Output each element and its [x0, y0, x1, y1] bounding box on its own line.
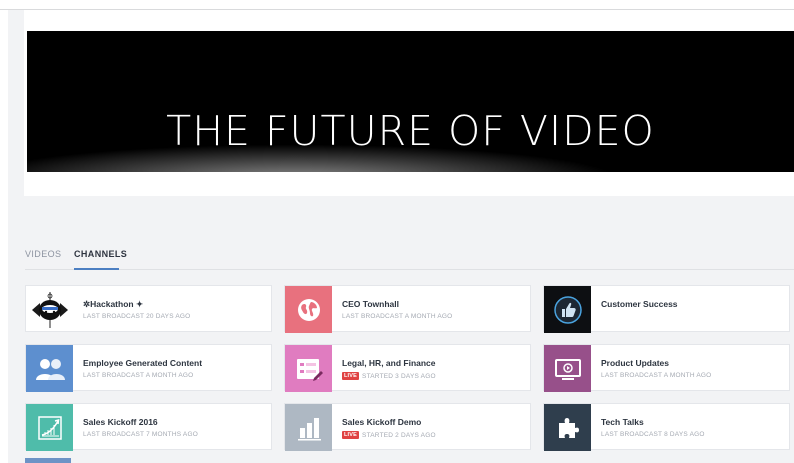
- channel-title: Legal, HR, and Finance: [342, 358, 436, 368]
- channel-status: LIVE STARTED 2 DAYS AGO: [342, 431, 436, 439]
- hackathon-logo-icon: [31, 291, 68, 328]
- channel-thumb: [544, 286, 591, 333]
- people-icon: [35, 358, 65, 380]
- hero-title: THE FUTURE OF VIDEO: [166, 107, 655, 155]
- channel-card-hackathon[interactable]: ✲Hackathon ✦ LAST BROADCAST 20 DAYS AGO: [25, 285, 272, 332]
- bar-chart-icon: [297, 417, 321, 440]
- channel-status: LIVE STARTED 3 DAYS AGO: [342, 372, 436, 380]
- channel-card-customer-success[interactable]: Customer Success: [543, 285, 790, 333]
- left-frame: [0, 10, 8, 463]
- channel-title: Product Updates: [601, 358, 670, 368]
- channel-card-legal-hr-finance[interactable]: Legal, HR, and Finance LIVE STARTED 3 DAY…: [284, 344, 531, 392]
- channel-thumb: [26, 404, 73, 451]
- monitor-play-icon: [554, 358, 581, 380]
- tab-channels[interactable]: CHANNELS: [74, 249, 127, 270]
- channel-title: ✲Hackathon ✦: [83, 299, 144, 309]
- channel-status-text: STARTED 3 DAYS AGO: [362, 373, 436, 380]
- channel-card-employee-generated-content[interactable]: Employee Generated Content LAST BROADCAS…: [25, 344, 272, 392]
- tab-videos[interactable]: VIDEOS: [25, 249, 61, 270]
- channel-title: Sales Kickoff 2016: [83, 417, 158, 427]
- channel-status: LAST BROADCAST 7 MONTHS AGO: [83, 431, 198, 438]
- channel-status: LAST BROADCAST 8 DAYS AGO: [601, 431, 705, 438]
- top-frame: [0, 0, 794, 10]
- channel-title: Tech Talks: [601, 417, 644, 427]
- channel-title: CEO Townhall: [342, 299, 399, 309]
- channel-status: LAST BROADCAST A MONTH AGO: [83, 372, 194, 379]
- channel-thumb: [285, 286, 332, 333]
- tab-bar: VIDEOS CHANNELS: [25, 246, 794, 270]
- channel-card-tech-talks[interactable]: Tech Talks LAST BROADCAST 8 DAYS AGO: [543, 403, 790, 451]
- live-badge: LIVE: [342, 431, 360, 439]
- channel-thumb: [544, 404, 591, 451]
- channel-thumb: [285, 345, 332, 392]
- thumbs-up-icon: [553, 295, 582, 324]
- channel-title: Sales Kickoff Demo: [342, 417, 422, 427]
- next-row-thumb-partial: [25, 458, 71, 463]
- form-edit-icon: [296, 358, 323, 381]
- channel-status: LAST BROADCAST A MONTH AGO: [342, 313, 453, 320]
- channel-title: Employee Generated Content: [83, 358, 203, 368]
- puzzle-icon: [558, 417, 579, 438]
- growth-chart-icon: [37, 415, 62, 440]
- channel-thumb: [544, 345, 591, 392]
- channel-title: Customer Success: [601, 299, 678, 309]
- channel-status-text: STARTED 2 DAYS AGO: [362, 432, 436, 439]
- channel-thumb: [285, 404, 332, 451]
- channel-card-sales-kickoff-demo[interactable]: Sales Kickoff Demo LIVE STARTED 2 DAYS AG…: [284, 403, 531, 451]
- channel-card-product-updates[interactable]: Product Updates LAST BROADCAST A MONTH A…: [543, 344, 790, 392]
- channel-status: LAST BROADCAST 20 DAYS AGO: [83, 313, 191, 320]
- channel-card-sales-kickoff-2016[interactable]: Sales Kickoff 2016 LAST BROADCAST 7 MONT…: [25, 403, 272, 451]
- globe-icon: [297, 298, 320, 321]
- hero-banner: THE FUTURE OF VIDEO: [27, 31, 794, 172]
- channel-card-ceo-townhall[interactable]: CEO Townhall LAST BROADCAST A MONTH AGO: [284, 285, 531, 333]
- channel-thumb: [26, 345, 73, 392]
- channel-thumb: [26, 286, 73, 333]
- channel-status: LAST BROADCAST A MONTH AGO: [601, 372, 712, 379]
- live-badge: LIVE: [342, 372, 360, 380]
